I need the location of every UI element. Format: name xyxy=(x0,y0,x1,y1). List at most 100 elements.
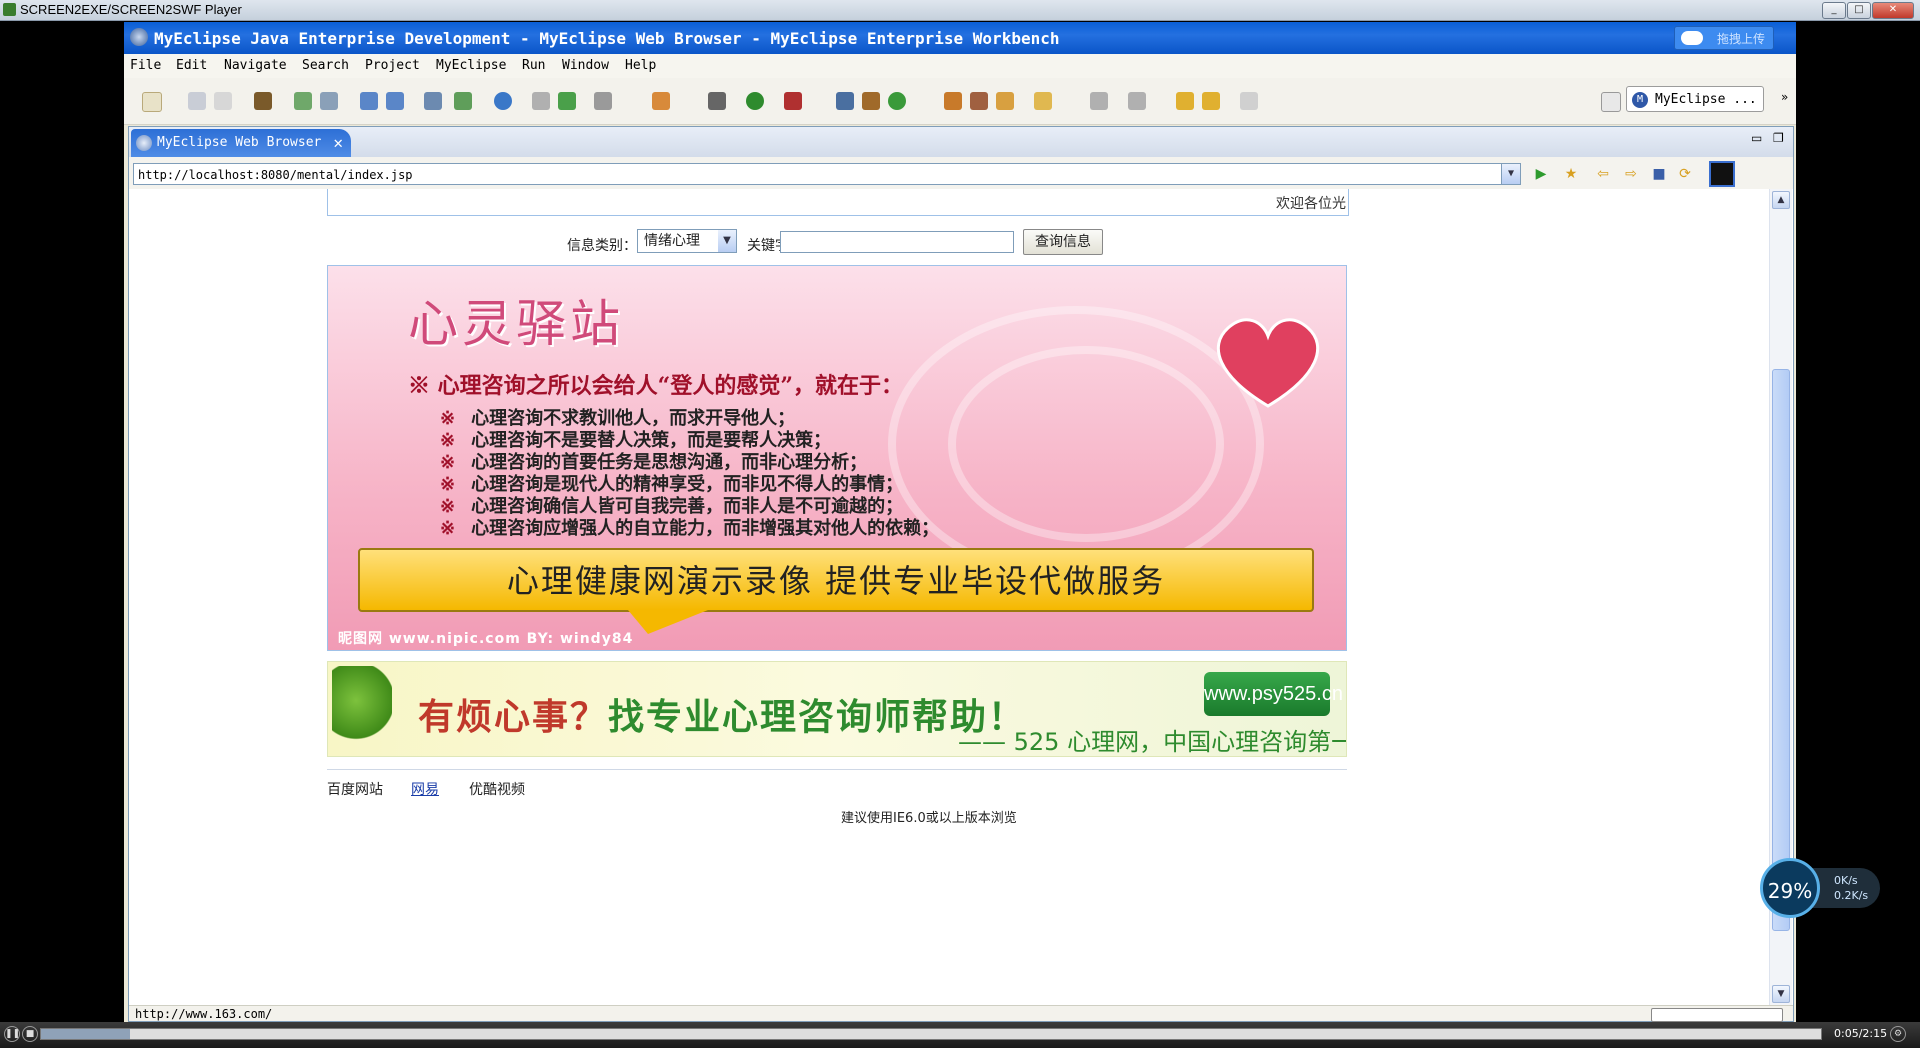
forward-arrow-icon[interactable] xyxy=(1240,92,1258,110)
status-bar: http://www.163.com/ xyxy=(129,1005,1793,1022)
back-arrow-icon[interactable] xyxy=(1176,92,1194,110)
ad-headline-red: 有烦心事？ xyxy=(418,697,609,738)
more-chevron-icon[interactable]: » xyxy=(1781,90,1788,104)
go-icon[interactable]: ▶ xyxy=(1531,165,1551,183)
banner-heading: ※ 心理咨询之所以会给人“登人的感觉”，就在于： xyxy=(408,373,903,399)
pause-icon[interactable]: ❚❚ xyxy=(4,1026,20,1042)
tool-icon[interactable] xyxy=(652,92,670,110)
menu-help[interactable]: Help xyxy=(625,58,656,73)
ad-url-badge[interactable]: www.psy525.cn xyxy=(1204,672,1343,716)
deploy-icon[interactable] xyxy=(320,92,338,110)
refresh-icon[interactable]: ⟳ xyxy=(1675,165,1695,183)
gear-icon[interactable] xyxy=(708,92,726,110)
save-icon[interactable] xyxy=(188,92,206,110)
upload-button[interactable]: 拖拽上传 xyxy=(1674,26,1774,50)
video-caption-callout: 心理健康网演示录像 提供专业毕设代做服务 xyxy=(358,548,1314,612)
menu-search[interactable]: Search xyxy=(302,58,349,73)
perspective-switcher[interactable]: M MyEclipse ... xyxy=(1626,86,1764,112)
close-tab-icon[interactable]: ✕ xyxy=(333,129,343,157)
tool-icon[interactable] xyxy=(970,92,988,110)
tool-icon[interactable] xyxy=(836,92,854,110)
debug-icon[interactable] xyxy=(294,92,312,110)
folder-icon[interactable] xyxy=(1034,92,1052,110)
tool-icon[interactable] xyxy=(996,92,1014,110)
tool-icon[interactable] xyxy=(532,92,550,110)
tool-icon[interactable] xyxy=(1090,92,1108,110)
list-item: ※ 心理咨询的首要任务是思想沟通，而非心理分析； xyxy=(440,452,868,473)
run-config-icon[interactable] xyxy=(454,92,472,110)
network-speed-widget[interactable]: 0K/s 0.2K/s 29% xyxy=(1760,858,1880,918)
leaf-icon xyxy=(332,666,392,752)
heart-icon xyxy=(1217,318,1319,408)
minimize-view-icon[interactable]: ▭ xyxy=(1751,131,1762,145)
back-icon[interactable]: ⇦ xyxy=(1593,165,1613,183)
refresh-icon[interactable] xyxy=(888,92,906,110)
maximize-view-icon[interactable]: ❐ xyxy=(1773,131,1784,145)
tool-icon[interactable] xyxy=(862,92,880,110)
load-progress xyxy=(1651,1008,1783,1022)
menu-window[interactable]: Window xyxy=(562,58,609,73)
list-item: ※ 心理咨询不求教训他人，而求开导他人； xyxy=(440,408,796,429)
settings-icon[interactable]: ⚙ xyxy=(1890,1026,1906,1042)
minimize-button[interactable]: _ xyxy=(1822,2,1846,19)
tool-icon[interactable] xyxy=(386,92,404,110)
view-menu-icon[interactable] xyxy=(1709,161,1735,187)
package-icon[interactable] xyxy=(254,92,272,110)
keyword-input[interactable] xyxy=(780,231,1014,253)
window-title: MyEclipse Java Enterprise Development - … xyxy=(154,29,1060,48)
chevron-down-icon[interactable]: ▼ xyxy=(1501,164,1520,184)
open-perspective-icon[interactable] xyxy=(1601,92,1621,112)
menu-navigate[interactable]: Navigate xyxy=(224,58,287,73)
stop-icon[interactable]: ■ xyxy=(1649,165,1669,183)
link-baidu[interactable]: 百度网站 xyxy=(327,779,383,799)
maximize-button[interactable]: □ xyxy=(1847,2,1871,19)
speed-panel: 0K/s 0.2K/s xyxy=(1810,868,1880,908)
url-input[interactable]: http://localhost:8080/mental/index.jsp ▼ xyxy=(133,163,1521,185)
page-header: 欢迎各位光 xyxy=(327,189,1349,216)
status-url: http://www.163.com/ xyxy=(135,1007,273,1021)
scroll-up-icon[interactable]: ▲ xyxy=(1772,191,1790,209)
new-icon[interactable] xyxy=(142,92,162,112)
ad-slogan: —— 525 心理网，中国心理咨询第一品牌！ xyxy=(958,728,1346,756)
seek-progress xyxy=(41,1029,130,1039)
menu-project[interactable]: Project xyxy=(365,58,420,73)
scroll-thumb[interactable] xyxy=(1772,369,1790,931)
cpu-percent: 29% xyxy=(1760,858,1820,918)
tool-icon[interactable] xyxy=(360,92,378,110)
menu-edit[interactable]: Edit xyxy=(176,58,207,73)
link-netease[interactable]: 网易 xyxy=(411,779,439,799)
menu-run[interactable]: Run xyxy=(522,58,545,73)
stop-icon[interactable]: ■ xyxy=(22,1026,38,1042)
external-tools-icon[interactable] xyxy=(784,92,802,110)
category-select[interactable]: 情绪心理 ▼ xyxy=(637,229,737,253)
tab-web-browser[interactable]: MyEclipse Web Browser ✕ xyxy=(131,129,351,157)
perspective-label: MyEclipse ... xyxy=(1655,92,1757,107)
close-button[interactable]: ✕ xyxy=(1872,2,1914,19)
player-title: SCREEN2EXE/SCREEN2SWF Player xyxy=(20,2,242,17)
cloud-icon xyxy=(1681,31,1703,45)
menu-file[interactable]: File xyxy=(130,58,161,73)
scroll-down-icon[interactable]: ▼ xyxy=(1772,985,1790,1003)
menu-bar: File Edit Navigate Search Project MyEcli… xyxy=(124,54,1796,78)
chevron-down-icon[interactable]: ▼ xyxy=(718,230,736,252)
myeclipse-window: MyEclipse Java Enterprise Development - … xyxy=(124,22,1796,1044)
tool-icon[interactable] xyxy=(558,92,576,110)
run-icon[interactable] xyxy=(746,92,764,110)
seek-bar[interactable] xyxy=(40,1028,1822,1040)
tool-icon[interactable] xyxy=(944,92,962,110)
browser-toolbar: http://localhost:8080/mental/index.jsp ▼… xyxy=(129,157,1793,189)
favorites-icon[interactable]: ★ xyxy=(1561,165,1581,183)
window-title-bar: MyEclipse Java Enterprise Development - … xyxy=(124,22,1796,54)
decorative-swirl xyxy=(948,346,1224,542)
server-icon[interactable] xyxy=(424,92,442,110)
back-arrow-icon[interactable] xyxy=(1202,92,1220,110)
camera-icon[interactable] xyxy=(594,92,612,110)
forward-icon[interactable]: ⇨ xyxy=(1621,165,1641,183)
tool-icon[interactable] xyxy=(1128,92,1146,110)
link-youku[interactable]: 优酷视频 xyxy=(469,779,525,799)
query-button[interactable]: 查询信息 xyxy=(1023,229,1103,255)
print-icon[interactable] xyxy=(214,92,232,110)
globe-icon[interactable] xyxy=(494,92,512,110)
menu-myeclipse[interactable]: MyEclipse xyxy=(436,58,506,73)
ad-banner[interactable]: 有烦心事？找专业心理咨询师帮助！ www.psy525.cn —— 525 心理… xyxy=(327,661,1347,757)
